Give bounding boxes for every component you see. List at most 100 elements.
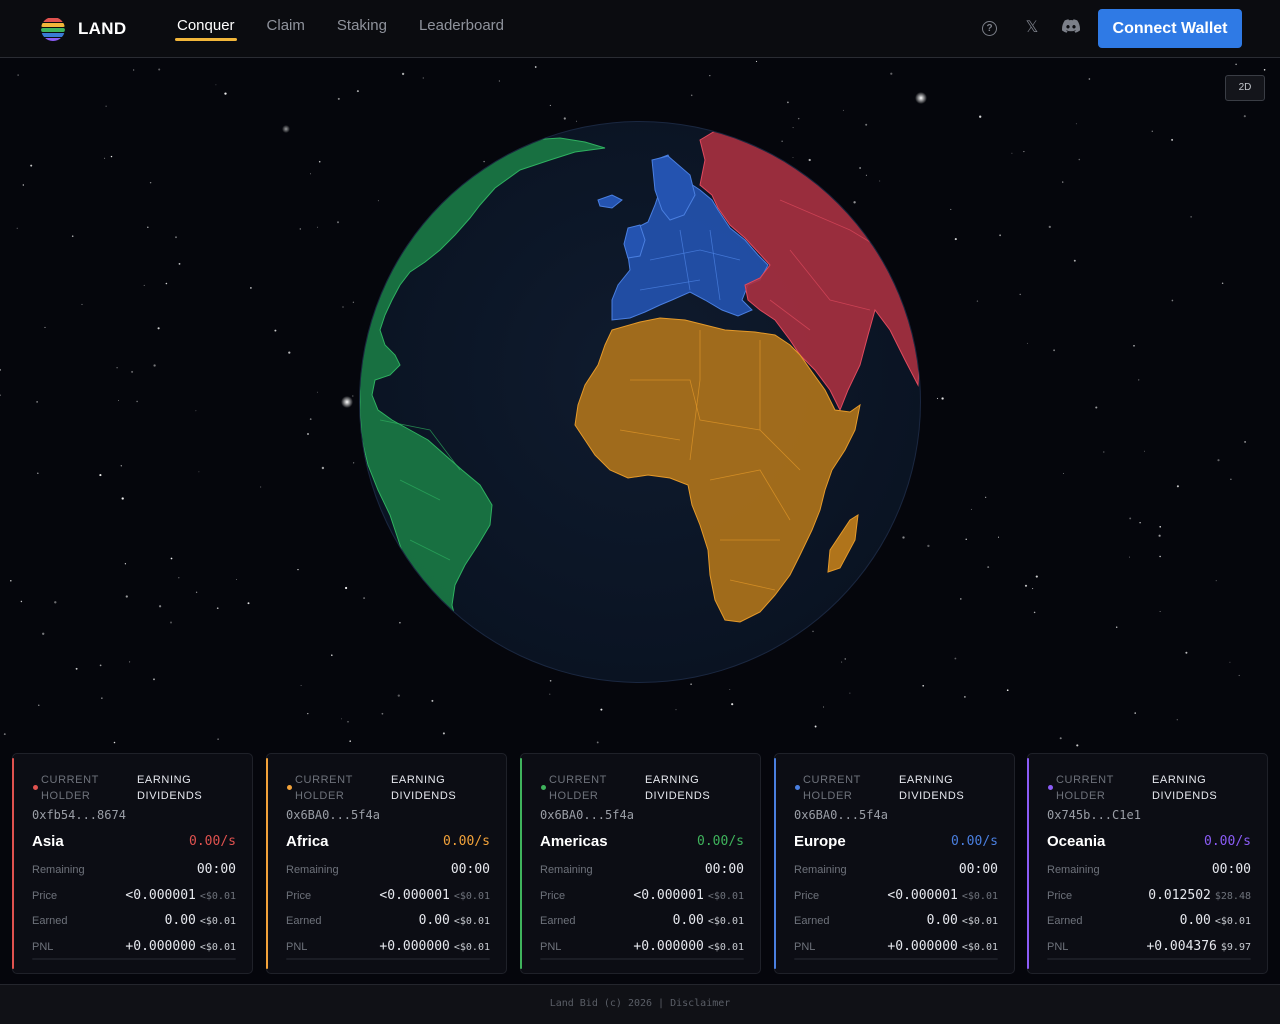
star	[0, 368, 1, 371]
remaining-row: Remaining 00:00	[794, 862, 998, 880]
pnl-value-group: +0.000000 <$0.01	[125, 939, 236, 954]
star	[979, 115, 982, 118]
earned-usd: <$0.01	[453, 916, 490, 927]
holder-address[interactable]: 0x745b...C1e1	[1047, 808, 1141, 822]
earning-dividends-label: EARNING DIVIDENDS	[899, 774, 965, 802]
star	[576, 120, 577, 122]
earned-usd: <$0.01	[707, 916, 744, 927]
star	[165, 282, 168, 285]
region-card-europe[interactable]: CURRENT HOLDER EARNING DIVIDENDS 0x6BA0...…	[774, 753, 1015, 974]
region-name: Asia	[32, 833, 64, 850]
region-name: Americas	[540, 833, 608, 850]
pnl-usd: <$0.01	[707, 942, 744, 953]
star	[997, 536, 1000, 538]
remaining-value: 00:00	[704, 862, 744, 877]
price-value: <0.000001	[125, 888, 196, 903]
x-icon[interactable]: 𝕏	[1023, 19, 1041, 37]
star	[1134, 712, 1136, 714]
star	[879, 180, 881, 182]
star	[125, 595, 128, 598]
top-header: LAND Conquer Claim Staking Leaderboard ?…	[0, 0, 1280, 58]
holder-address[interactable]: 0x6BA0...5f4a	[540, 808, 634, 822]
nav-claim[interactable]: Claim	[267, 17, 305, 34]
discord-icon[interactable]	[1062, 19, 1081, 37]
region-card-oceania[interactable]: CURRENT HOLDER EARNING DIVIDENDS 0x745b...…	[1027, 753, 1268, 974]
pnl-value: +0.000000	[887, 939, 958, 954]
star	[401, 72, 405, 76]
region-name: Africa	[286, 833, 329, 850]
star	[731, 703, 734, 706]
remaining-label: Remaining	[1047, 864, 1100, 876]
pnl-row: PNL +0.000000 <$0.01	[540, 939, 744, 957]
star	[170, 621, 172, 624]
region-card-asia[interactable]: CURRENT HOLDER EARNING DIVIDENDS 0xfb54...…	[12, 753, 253, 974]
pnl-usd: <$0.01	[453, 942, 490, 953]
earned-value-group: 0.00 <$0.01	[927, 913, 998, 928]
star	[1215, 580, 1217, 582]
card-accent-edge	[12, 758, 14, 969]
help-icon[interactable]: ?	[982, 21, 997, 36]
globe-svg[interactable]	[0, 59, 1280, 749]
star	[498, 80, 500, 82]
star	[363, 597, 366, 600]
current-holder-label: CURRENT HOLDER	[295, 774, 353, 802]
star	[1138, 379, 1140, 381]
star	[352, 301, 355, 303]
star	[1062, 473, 1064, 474]
holder-address[interactable]: 0x6BA0...5f4a	[286, 808, 380, 822]
star	[143, 284, 145, 286]
star	[859, 167, 861, 169]
star	[987, 566, 990, 569]
star	[299, 228, 301, 230]
star	[318, 160, 321, 163]
disclaimer-link[interactable]: Disclaimer	[670, 998, 730, 1009]
star	[1190, 216, 1192, 218]
star	[1024, 584, 1028, 587]
pnl-row: PNL +0.000000 <$0.01	[286, 939, 490, 957]
star	[600, 708, 603, 711]
star	[22, 184, 24, 186]
brand-name[interactable]: LAND	[78, 19, 126, 39]
holder-address[interactable]: 0x6BA0...5f4a	[794, 808, 888, 822]
star	[288, 351, 291, 354]
star	[297, 568, 299, 571]
nav-staking[interactable]: Staking	[337, 17, 387, 34]
star	[216, 607, 219, 610]
globe-stage[interactable]: 2D	[0, 59, 1280, 749]
star	[316, 226, 318, 228]
star	[377, 200, 379, 202]
view-toggle-2d-button[interactable]: 2D	[1225, 75, 1265, 101]
nav-conquer[interactable]: Conquer	[175, 17, 237, 41]
pnl-value-group: +0.004376 $9.97	[1146, 939, 1251, 954]
star	[1238, 674, 1240, 677]
region-card-americas[interactable]: CURRENT HOLDER EARNING DIVIDENDS 0x6BA0...…	[520, 753, 761, 974]
holder-address[interactable]: 0xfb54...8674	[32, 808, 126, 822]
region-card-africa[interactable]: CURRENT HOLDER EARNING DIVIDENDS 0x6BA0...…	[266, 753, 507, 974]
star	[175, 236, 177, 239]
star	[797, 117, 800, 120]
earned-label: Earned	[540, 915, 576, 927]
price-label: Price	[286, 890, 312, 902]
star	[964, 696, 966, 698]
star	[755, 60, 758, 62]
card-accent-edge	[520, 758, 522, 969]
connect-wallet-button[interactable]: Connect Wallet	[1098, 9, 1242, 48]
pnl-value: +0.000000	[633, 939, 704, 954]
earning-dividends-label: EARNING DIVIDENDS	[137, 774, 203, 802]
star	[153, 364, 156, 367]
star	[1230, 478, 1232, 480]
star	[1026, 342, 1028, 344]
star	[690, 94, 693, 97]
star	[131, 370, 134, 373]
star	[814, 725, 817, 728]
pnl-row: PNL +0.000000 <$0.01	[32, 939, 236, 957]
star	[120, 465, 122, 467]
star	[54, 601, 57, 604]
star	[1263, 69, 1266, 71]
star	[274, 329, 277, 332]
star	[1133, 345, 1135, 347]
star	[442, 732, 445, 735]
nav-leaderboard[interactable]: Leaderboard	[419, 17, 504, 34]
logo-stripe	[41, 23, 65, 27]
land-logo-icon[interactable]	[41, 17, 65, 41]
